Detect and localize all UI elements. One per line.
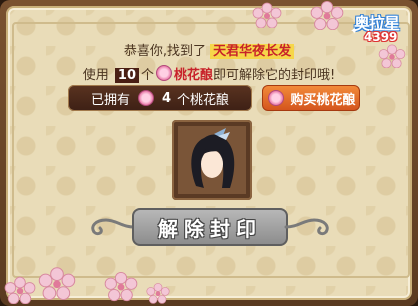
buy-peach-wine-button[interactable]: 购买桃花酿 [262, 85, 360, 111]
peach-wine-icon [137, 90, 154, 106]
buy-label: 购买桃花酿 [290, 92, 356, 108]
requirement-line: 使用 10 个 桃花酿即可解除它的封印哦! [0, 64, 418, 83]
cherry-blossom-icon [104, 271, 138, 302]
owned-suffix: 个桃花酿 [177, 92, 230, 108]
cherry-blossom-icon [146, 283, 170, 304]
sparkle-icon: ✦ [350, 26, 359, 37]
long-hair-icon [191, 128, 235, 188]
item-name: 桃花酿 [174, 68, 214, 83]
hair-item-portrait [172, 120, 252, 200]
required-count: 10 [114, 68, 139, 83]
cherry-blossom-icon [4, 276, 36, 304]
unit-label: 个 [141, 68, 155, 83]
cloud-scroll-left-icon [91, 218, 136, 236]
cherry-blossom-icon [38, 267, 76, 300]
congrats-prefix: 恭喜你,找到了 [123, 44, 207, 59]
cherry-blossom-icon [310, 0, 344, 30]
owned-prefix: 已拥有 [90, 92, 130, 108]
unseal-button-group: 解除封印 [86, 206, 334, 248]
use-suffix: 即可解除它的封印哦! [213, 68, 336, 83]
character-name: 天君华夜长发 [210, 44, 295, 59]
unseal-label: 解除封印 [158, 216, 262, 241]
owned-count: 4 [161, 90, 172, 106]
unseal-button[interactable]: 解除封印 [132, 208, 288, 246]
portrait-background [178, 126, 246, 194]
unseal-dialog: 奥拉星 ✦ 4399 恭喜你,找到了 天君华夜长发 使用 10 个桃花酿即可解除它的… [0, 0, 418, 306]
congrats-line: 恭喜你,找到了 天君华夜长发 [0, 40, 418, 59]
cherry-blossom-icon [252, 2, 282, 28]
cloud-scroll-right-icon [284, 218, 329, 236]
peach-wine-icon [268, 90, 285, 106]
use-prefix: 使用 [82, 68, 109, 83]
peach-wine-icon [156, 65, 173, 81]
owned-count-bar: 已拥有 4 个桃花酿 [68, 85, 252, 111]
